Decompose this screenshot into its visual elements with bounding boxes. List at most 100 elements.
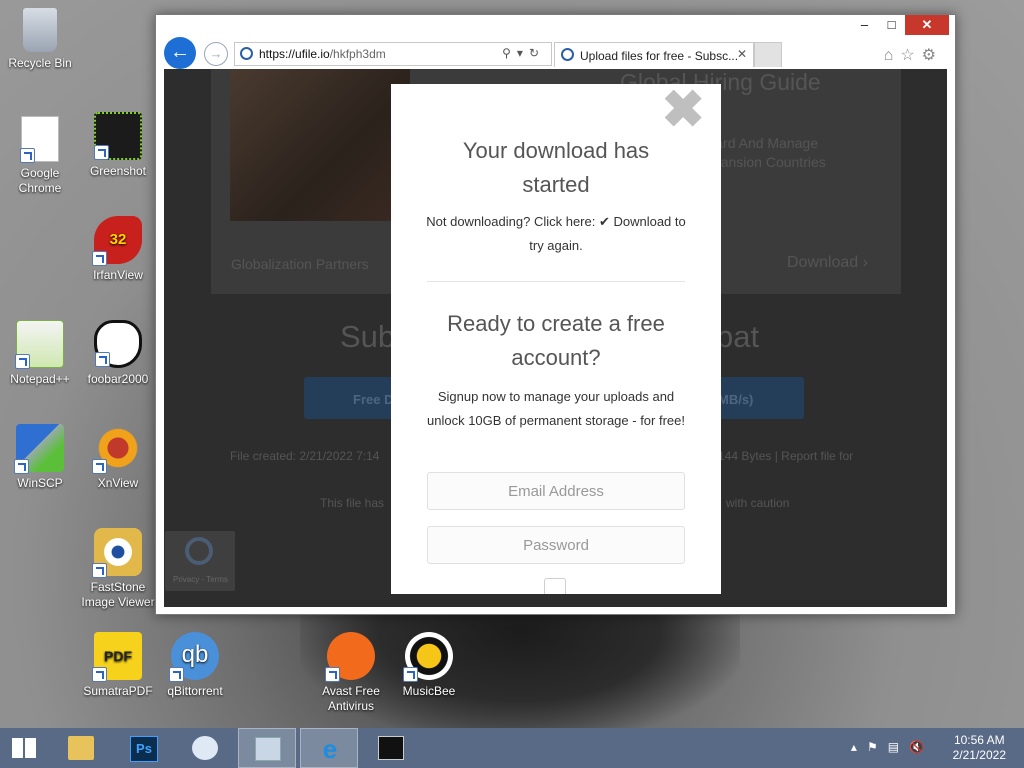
- network-icon[interactable]: ▤: [888, 740, 909, 754]
- folder-icon: [68, 736, 94, 760]
- download-retry-text[interactable]: Not downloading? Click here: ✔ Download …: [421, 210, 691, 258]
- close-tab-icon[interactable]: ✕: [737, 47, 747, 61]
- close-window-button[interactable]: ✕: [905, 15, 949, 35]
- qbittorrent-icon: qb: [169, 632, 219, 682]
- desktop-icon-avast[interactable]: Avast Free Antivirus: [311, 632, 391, 714]
- foobar2000-icon: [94, 320, 142, 368]
- irfanview-icon: 32: [92, 216, 142, 266]
- ad-photo: [230, 69, 410, 221]
- sumatrapdf-icon: PDF: [92, 632, 142, 682]
- page-content: Global Hiring Guide Onboard And Manage In…: [164, 69, 947, 607]
- download-modal: ✖ Your download has started Not download…: [391, 84, 721, 594]
- start-button[interactable]: [0, 728, 48, 768]
- desktop-icon-label: Recycle Bin: [8, 56, 72, 70]
- clock-time: 10:56 AM: [953, 733, 1005, 747]
- desktop-icon-label: foobar2000: [87, 372, 149, 386]
- desktop-icon-recycle-bin[interactable]: Recycle Bin: [0, 8, 80, 71]
- browser-toolbar: ← → https://ufile.io/hkfph3dm ⚲▾↻ Upload…: [156, 35, 955, 69]
- refresh-icon[interactable]: ↻: [529, 46, 545, 60]
- shortcut-arrow-icon: [92, 251, 107, 266]
- shortcut-arrow-icon: [20, 148, 35, 163]
- address-bar[interactable]: https://ufile.io/hkfph3dm ⚲▾↻: [234, 42, 552, 66]
- modal-close-icon[interactable]: ✖: [661, 84, 705, 136]
- desktop-icon-label: MusicBee: [402, 684, 456, 698]
- address-url: https://ufile.io/hkfph3dm: [259, 47, 386, 61]
- shortcut-arrow-icon: [92, 459, 107, 474]
- shortcut-arrow-icon: [169, 667, 184, 682]
- desktop-icon-foobar2000[interactable]: foobar2000: [78, 320, 158, 387]
- desktop-icon-label: FastStone Image Viewer: [81, 580, 155, 609]
- window-controls: – □ ✕: [851, 15, 949, 35]
- file-size-text: 144 Bytes | Report file for: [718, 449, 854, 463]
- desktop-icon-irfanview[interactable]: 32 IrfanView: [78, 216, 158, 283]
- taskbar-mail[interactable]: [176, 728, 234, 768]
- ad-download-link[interactable]: Download ›: [787, 254, 868, 272]
- avast-icon: [325, 632, 375, 682]
- xnview-icon: [92, 424, 142, 474]
- desktop-icon-label: Greenshot: [89, 164, 147, 178]
- modal-divider: [427, 281, 685, 282]
- taskbar-internet-explorer[interactable]: e: [300, 728, 358, 768]
- signup-heading: Ready to create a free account?: [447, 311, 665, 370]
- desktop-icon-musicbee[interactable]: MusicBee: [389, 632, 469, 699]
- home-icon[interactable]: ⌂: [884, 47, 901, 64]
- file-created-text: File created: 2/21/2022 7:14: [230, 449, 380, 463]
- dropdown-icon[interactable]: ▾: [517, 46, 529, 60]
- desktop-icon-sumatrapdf[interactable]: PDF SumatraPDF: [78, 632, 158, 699]
- clock-date: 2/21/2022: [952, 748, 1006, 762]
- desktop-icon-greenshot[interactable]: Greenshot: [78, 112, 158, 179]
- photoshop-icon: Ps: [130, 736, 158, 762]
- desktop-icon-google-chrome[interactable]: Google Chrome: [0, 116, 80, 196]
- desktop-icon-label: WinSCP: [17, 476, 63, 490]
- desktop-icon-faststone[interactable]: FastStone Image Viewer: [78, 528, 158, 610]
- notepad-plus-plus-icon: [15, 320, 64, 369]
- system-tray: ▴⚑▤🔇: [851, 740, 934, 754]
- shortcut-arrow-icon: [403, 667, 418, 682]
- address-path: /hkfph3dm: [329, 47, 386, 61]
- taskbar-file-explorer[interactable]: [52, 728, 110, 768]
- ufile-favicon-icon: [240, 47, 253, 60]
- ad-brand: Globalization Partners: [231, 256, 369, 272]
- desktop-icon-label: XnView: [97, 476, 139, 490]
- back-button[interactable]: ←: [164, 37, 196, 69]
- page-heading-right: bat: [716, 319, 760, 354]
- desktop-icon-notepad-plus-plus[interactable]: Notepad++: [0, 320, 80, 387]
- settings-gear-icon[interactable]: ⚙: [922, 47, 943, 64]
- file-warning-right: with caution: [726, 496, 790, 510]
- address-tools: ⚲▾↻: [502, 46, 545, 60]
- recaptcha-badge[interactable]: Privacy - Terms: [165, 531, 235, 591]
- desktop-icon-qbittorrent[interactable]: qb qBittorrent: [155, 632, 235, 699]
- new-tab-button[interactable]: [754, 42, 782, 67]
- favorites-star-icon[interactable]: ☆: [900, 47, 921, 64]
- recaptcha-icon: [185, 537, 213, 565]
- email-field[interactable]: [427, 472, 685, 510]
- search-icon[interactable]: ⚲: [502, 46, 517, 60]
- shortcut-arrow-icon: [95, 352, 110, 367]
- show-hidden-icons-icon[interactable]: ▴: [851, 740, 867, 754]
- musicbee-icon: [403, 632, 453, 682]
- taskbar-photoshop[interactable]: Ps: [114, 728, 172, 768]
- forward-button[interactable]: →: [204, 42, 228, 66]
- tab-upload-files[interactable]: Upload files for free - Subsc... ✕: [554, 42, 754, 67]
- password-field[interactable]: [427, 526, 685, 564]
- tab-title: Upload files for free - Subsc...: [580, 49, 739, 63]
- mail-icon: [192, 736, 218, 760]
- taskbar-clock[interactable]: 10:56 AM 2/21/2022: [953, 733, 1006, 763]
- minimize-button[interactable]: –: [851, 15, 878, 35]
- browser-window: – □ ✕ ← → https://ufile.io/hkfph3dm ⚲▾↻ …: [155, 14, 956, 615]
- free-download-label-left: Free D: [353, 392, 394, 407]
- desktop-icon-label: Notepad++: [10, 372, 70, 386]
- signup-text: Signup now to manage your uploads and un…: [427, 389, 685, 428]
- desktop-icon-label: qBittorrent: [167, 684, 223, 698]
- ufile-favicon-icon: [561, 48, 574, 61]
- taskbar-app[interactable]: [238, 728, 296, 768]
- volume-muted-icon[interactable]: 🔇: [909, 740, 934, 754]
- action-center-flag-icon[interactable]: ⚑: [867, 740, 888, 754]
- desktop-icon-winscp[interactable]: WinSCP: [0, 424, 80, 491]
- maximize-button[interactable]: □: [878, 15, 905, 35]
- terms-checkbox[interactable]: [544, 578, 566, 594]
- taskbar-command-prompt[interactable]: [362, 728, 420, 768]
- browser-right-tools: ⌂☆⚙: [884, 45, 943, 65]
- desktop-icon-xnview[interactable]: XnView: [78, 424, 158, 491]
- desktop-icon-label: Google Chrome: [18, 166, 62, 195]
